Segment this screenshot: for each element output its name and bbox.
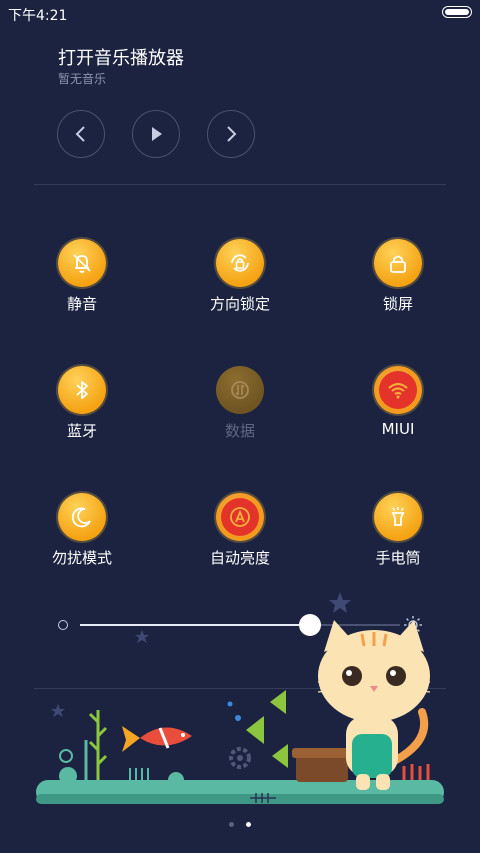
page-dot[interactable] [229,822,235,827]
page-indicator [0,812,480,831]
bubble [235,715,241,721]
divider [34,184,446,185]
toggle-bluetooth-circle [58,366,106,414]
treasure-lid [292,748,352,758]
coral [129,768,149,780]
star-icon [135,630,149,643]
coral [402,764,430,780]
toggle-flashlight[interactable]: 手电筒 [338,493,458,568]
play-icon [152,127,162,141]
toggle-do-not-disturb[interactable]: 勿扰模式 [22,493,142,568]
page-dot-active[interactable] [245,822,251,827]
star-icon [51,704,65,717]
ground-shade [36,794,444,804]
fish-eye [181,733,185,737]
music-player-title[interactable]: 打开音乐播放器 [58,44,184,70]
flashlight-icon [391,507,405,526]
toggle-wifi[interactable]: MIUI [338,366,458,438]
cat-overalls [352,734,392,778]
cat-tail [392,708,429,764]
toggle-label: MIUI [381,420,415,438]
toggle-label: 勿扰模式 [51,549,112,567]
toggle-do-not-disturb-circle [58,493,106,541]
toggle-auto-brightness[interactable]: 自动亮度 [180,493,300,568]
rotation-lock-icon [231,254,249,272]
treasure-chest [296,754,348,782]
toggle-label: 手电筒 [375,549,421,567]
star-icon [329,592,351,613]
bubble [227,701,233,707]
data-icon [231,381,249,399]
cat-leg [376,774,390,790]
chevron-right-icon [227,126,237,142]
battery-icon [442,6,472,18]
play-button[interactable] [132,110,180,158]
toggle-rotation-lock[interactable]: 方向锁定 [180,239,300,314]
toggle-data-circle [216,366,264,414]
chevron-left-icon [75,126,85,142]
toggle-label: 锁屏 [382,295,413,313]
toggle-lock-screen[interactable]: 锁屏 [338,239,458,314]
fish-fin [122,726,140,752]
wifi-icon [388,383,408,399]
toggle-label: 静音 [66,295,97,313]
bubble [168,772,184,788]
bluetooth-icon [76,381,88,399]
green-fish [270,690,286,714]
toggle-mute[interactable]: 静音 [22,239,142,314]
green-fish [246,716,264,744]
status-time: 下午4:21 [8,8,68,24]
decorative-illustration [36,592,444,804]
moon-icon [71,507,91,528]
status-bar: 下午4:21 [0,0,480,28]
toggle-flashlight-circle [374,493,422,541]
toggle-rotation-lock-circle [216,239,264,287]
auto-brightness-icon [230,507,250,527]
toggle-wifi-inner [379,371,417,409]
toggle-auto-brightness-circle [216,493,264,541]
cat-leg [356,774,370,790]
music-subtitle: 暂无音乐 [58,72,107,86]
next-button[interactable] [207,110,255,158]
previous-button[interactable] [57,110,105,158]
toggle-lock-screen-circle [374,239,422,287]
bell-off-icon [73,254,91,273]
cat-eye [342,666,362,686]
gear-center [237,755,243,761]
lock-icon [390,255,406,273]
toggle-label: 蓝牙 [66,422,97,440]
bubble [59,749,73,763]
toggle-mute-circle [58,239,106,287]
toggle-auto-brightness-inner [221,498,259,536]
toggle-bluetooth[interactable]: 蓝牙 [22,366,142,441]
toggle-label: 数据 [224,422,255,440]
green-fish [272,744,288,768]
toggle-label: 自动亮度 [209,549,270,567]
toggle-label: 方向锁定 [209,295,270,313]
toggle-wifi-circle [374,366,422,414]
toggle-data[interactable]: 数据 [180,366,300,441]
cat-eye [386,666,406,686]
bubble [59,767,77,785]
